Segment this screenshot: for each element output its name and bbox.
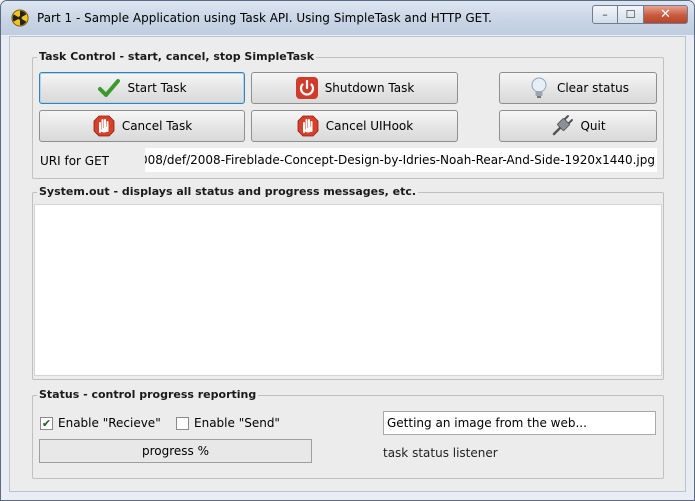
power-icon bbox=[295, 77, 318, 99]
start-task-button[interactable]: Start Task bbox=[39, 72, 245, 104]
status-legend: Status - control progress reporting bbox=[37, 388, 259, 401]
uri-label: URI for GET bbox=[40, 154, 109, 168]
app-window: Part 1 - Sample Application using Task A… bbox=[0, 0, 695, 501]
radiation-icon bbox=[11, 9, 29, 27]
checkmark-icon bbox=[98, 79, 121, 97]
clear-status-label: Clear status bbox=[556, 81, 630, 95]
minimize-button[interactable]: – bbox=[592, 5, 618, 24]
checkbox-unchecked-icon bbox=[176, 416, 189, 430]
close-icon: ✕ bbox=[660, 7, 671, 22]
cancel-uihook-button[interactable]: Cancel UIHook bbox=[251, 110, 458, 142]
start-task-label: Start Task bbox=[127, 81, 187, 95]
client-area: Task Control - start, cancel, stop Simpl… bbox=[9, 36, 686, 492]
clear-status-button[interactable]: Clear status bbox=[499, 72, 657, 104]
lightbulb-icon bbox=[531, 77, 547, 98]
progress-label: progress % bbox=[141, 444, 210, 458]
close-button[interactable]: ✕ bbox=[644, 5, 688, 24]
enable-send-checkbox[interactable]: Enable "Send" bbox=[176, 416, 280, 430]
shutdown-task-button[interactable]: Shutdown Task bbox=[251, 72, 458, 104]
window-title: Part 1 - Sample Application using Task A… bbox=[37, 11, 492, 25]
stop-hand-icon bbox=[297, 115, 319, 137]
task-control-legend: Task Control - start, cancel, stop Simpl… bbox=[37, 50, 317, 63]
system-out-textarea[interactable] bbox=[34, 204, 662, 376]
plug-icon bbox=[553, 115, 574, 136]
checkbox-checked-icon: ✔ bbox=[40, 416, 53, 430]
cancel-task-button[interactable]: Cancel Task bbox=[39, 110, 245, 142]
uri-input[interactable]: 008/def/2008-Fireblade-Concept-Design-by… bbox=[145, 148, 657, 172]
progress-bar: progress % bbox=[39, 439, 312, 463]
status-group: Status - control progress reporting bbox=[32, 388, 664, 479]
minimize-icon: – bbox=[602, 8, 608, 21]
status-text-field[interactable]: Getting an image from the web... bbox=[383, 411, 656, 435]
enable-receive-label: Enable "Recieve" bbox=[58, 416, 161, 430]
cancel-uihook-label: Cancel UIHook bbox=[325, 119, 414, 133]
uri-value: 008/def/2008-Fireblade-Concept-Design-by… bbox=[145, 153, 655, 167]
quit-button[interactable]: Quit bbox=[499, 110, 657, 142]
window-controls: – ☐ ✕ bbox=[592, 5, 688, 25]
quit-label: Quit bbox=[580, 119, 606, 133]
maximize-icon: ☐ bbox=[625, 8, 636, 21]
enable-send-label: Enable "Send" bbox=[194, 416, 280, 430]
task-status-listener-label: task status listener bbox=[383, 446, 498, 460]
stop-hand-icon bbox=[93, 115, 115, 137]
enable-receive-checkbox[interactable]: ✔ Enable "Recieve" bbox=[40, 416, 161, 430]
system-out-legend: System.out - displays all status and pro… bbox=[37, 185, 419, 198]
title-bar[interactable]: Part 1 - Sample Application using Task A… bbox=[1, 1, 694, 35]
shutdown-task-label: Shutdown Task bbox=[324, 81, 415, 95]
maximize-button[interactable]: ☐ bbox=[618, 5, 644, 24]
cancel-task-label: Cancel Task bbox=[121, 119, 193, 133]
